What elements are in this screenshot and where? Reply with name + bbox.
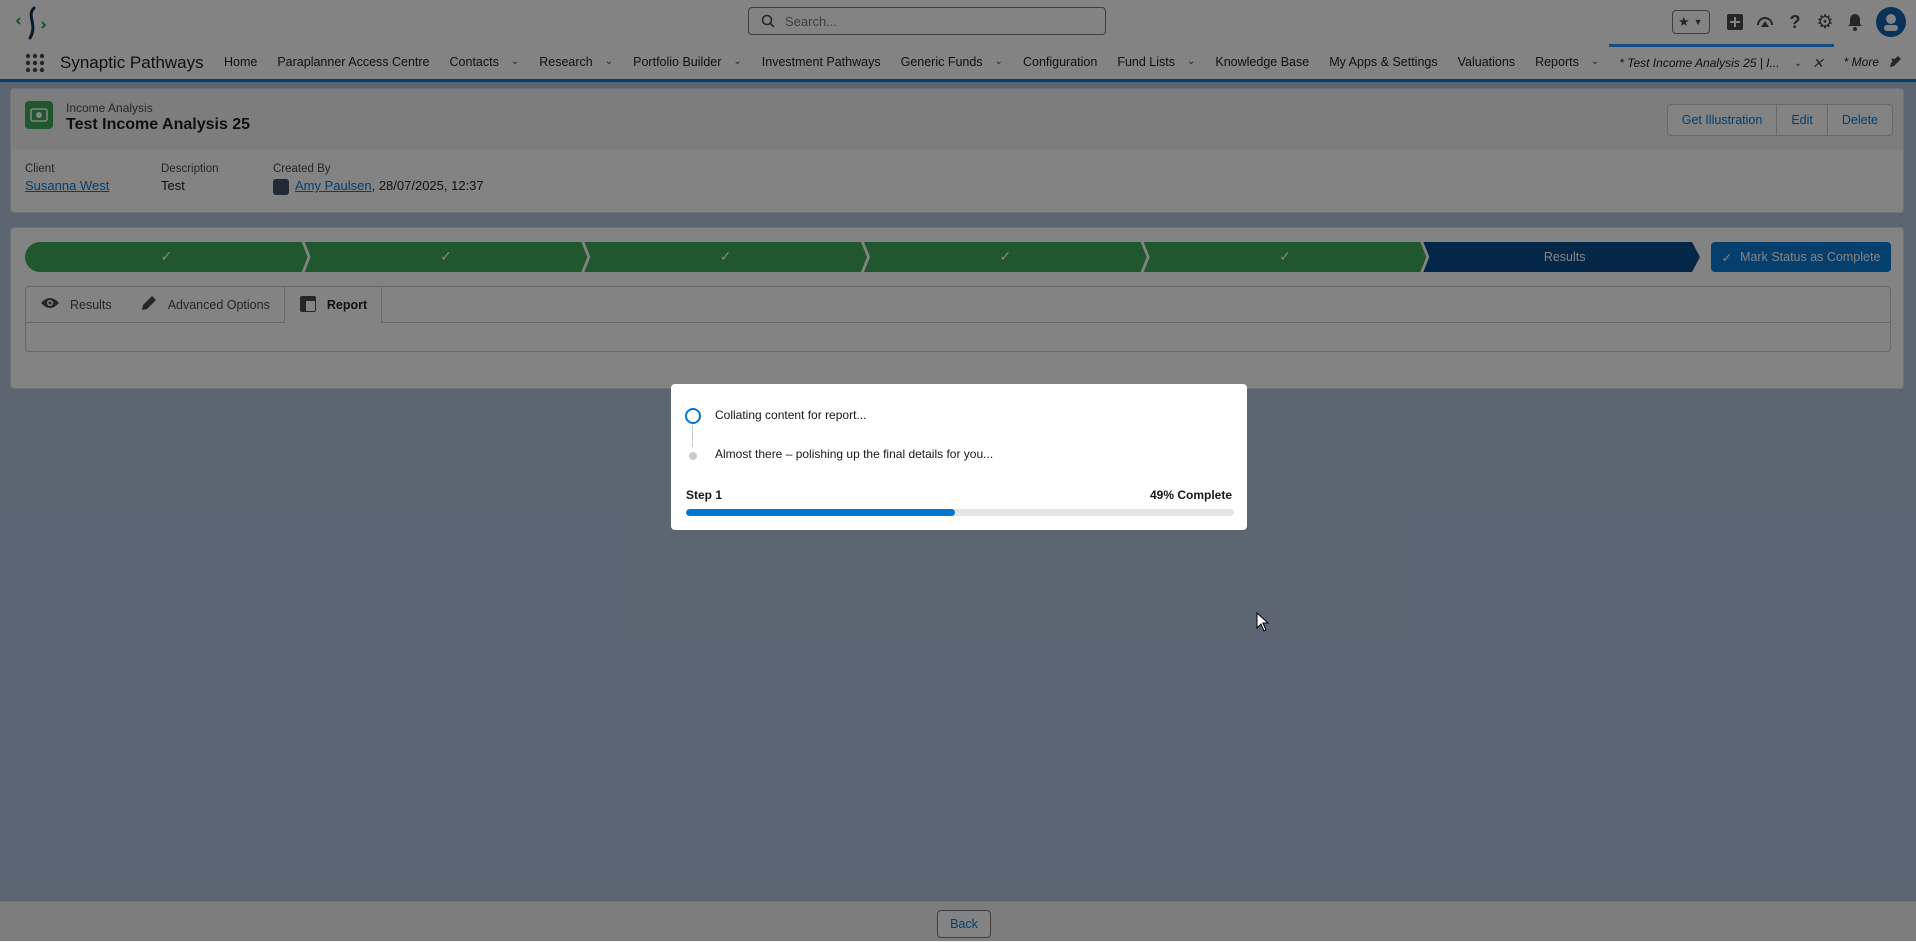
report-progress-dialog: Collating content for report... Almost t… xyxy=(671,384,1247,530)
progress-step-label: Step 1 xyxy=(686,488,723,502)
mouse-cursor-icon xyxy=(1256,612,1270,632)
step-2-text: Almost there – polishing up the final de… xyxy=(715,447,994,461)
step-active-indicator-icon xyxy=(685,408,701,424)
step-1-text: Collating content for report... xyxy=(715,408,867,422)
progress-bar xyxy=(686,509,1234,516)
progress-bar-fill xyxy=(686,509,955,516)
progress-percent-text: 49% Complete xyxy=(1149,488,1232,502)
step-pending-indicator-icon xyxy=(689,452,697,460)
